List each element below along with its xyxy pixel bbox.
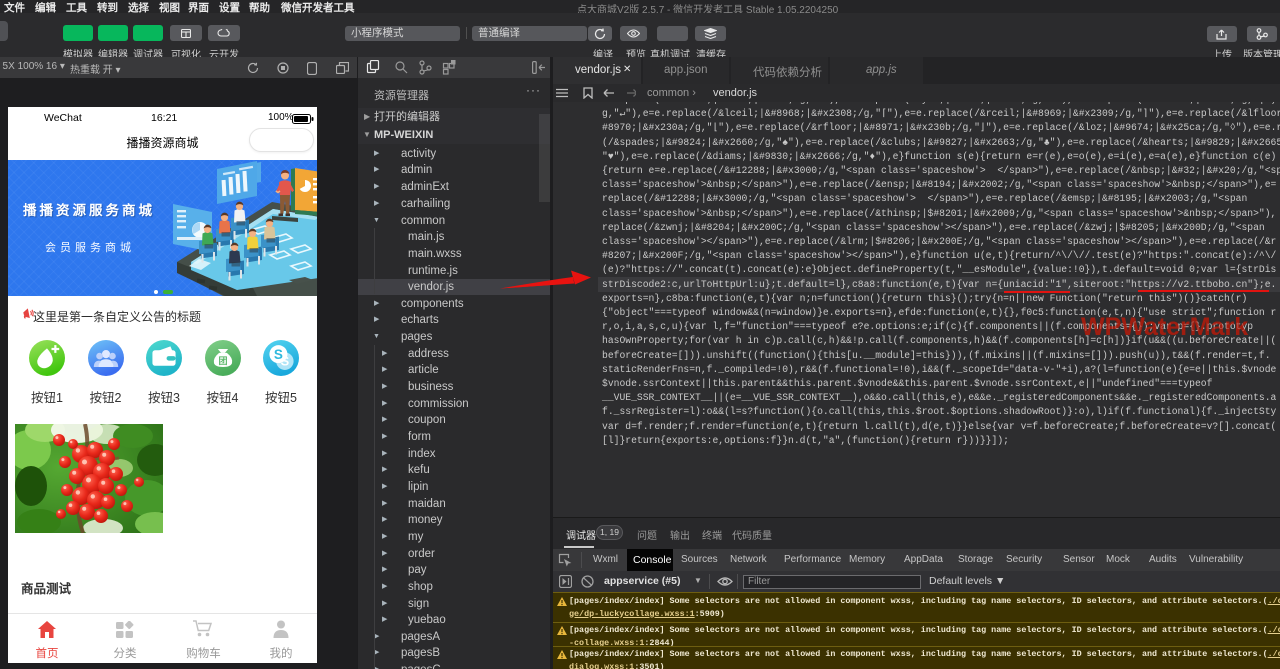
svg-text:S: S [274, 347, 283, 362]
svg-text:团: 团 [218, 355, 227, 365]
